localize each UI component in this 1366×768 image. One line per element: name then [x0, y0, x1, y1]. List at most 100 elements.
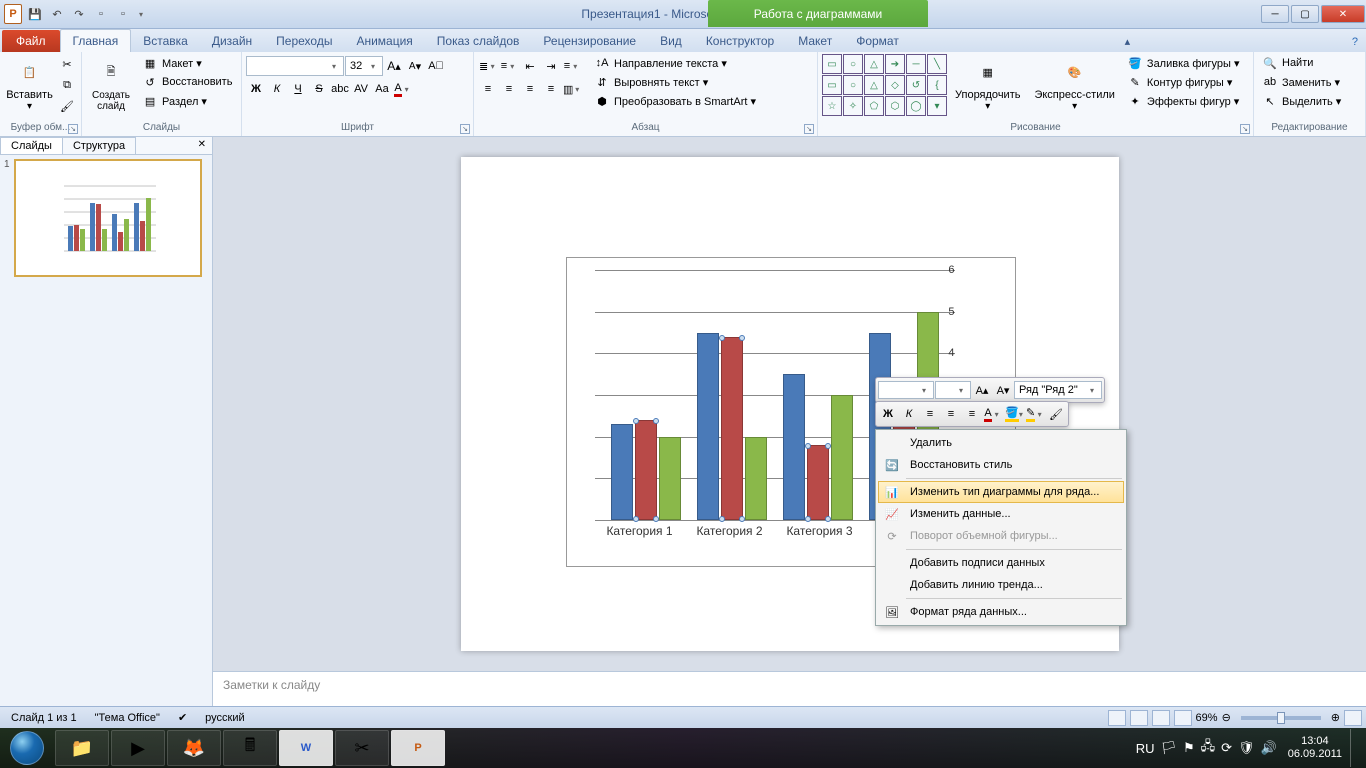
mini-size-combo[interactable]: ▾ [935, 381, 971, 399]
cm-edit-data[interactable]: 📈Изменить данные... [878, 503, 1124, 525]
tray-flag-icon[interactable]: 🏳 [1157, 740, 1180, 756]
panel-tab-slides[interactable]: Слайды [0, 137, 63, 154]
panel-tab-outline[interactable]: Структура [62, 137, 136, 154]
dialog-launcher-icon[interactable]: ↘ [804, 124, 814, 134]
theme-name[interactable]: "Тема Office" [88, 711, 167, 725]
taskbar-snip-icon[interactable]: ✂ [335, 730, 389, 766]
language-status[interactable]: русский [198, 711, 251, 725]
normal-view-icon[interactable] [1108, 710, 1126, 726]
layout-button[interactable]: ▦Макет ▾ [138, 54, 236, 72]
tab-design[interactable]: Дизайн [200, 30, 264, 52]
maximize-button[interactable]: ▢ [1291, 5, 1319, 23]
cm-delete[interactable]: Удалить [878, 432, 1124, 454]
zoom-out-icon[interactable]: ⊖ [1222, 711, 1231, 724]
numbering-icon[interactable]: ≡▾ [499, 56, 519, 76]
zoom-slider[interactable] [1241, 716, 1321, 720]
align-text-button[interactable]: ⇵Выровнять текст ▾ [590, 73, 760, 91]
qat-icon[interactable]: ▫ [92, 5, 110, 23]
find-button[interactable]: 🔍Найти [1258, 54, 1345, 72]
shape-fill-button[interactable]: 🪣Заливка фигуры ▾ [1123, 54, 1244, 72]
font-size-combo[interactable]: 32▾ [345, 56, 383, 76]
bar-series1[interactable] [697, 333, 719, 521]
app-icon[interactable]: P [4, 5, 22, 23]
notes-pane[interactable]: Заметки к слайду [213, 671, 1366, 706]
dialog-launcher-icon[interactable]: ↘ [68, 124, 78, 134]
shadow-icon[interactable]: abc [330, 79, 350, 99]
dialog-launcher-icon[interactable]: ↘ [460, 124, 470, 134]
shape-effects-button[interactable]: ✦Эффекты фигур ▾ [1123, 92, 1244, 110]
bar-series1[interactable] [611, 424, 633, 520]
font-color-icon[interactable]: A▾ [983, 404, 1003, 424]
line-spacing-icon[interactable]: ≡▾ [562, 56, 582, 76]
taskbar-calc-icon[interactable]: 🖩 [223, 730, 277, 766]
cm-add-trendline[interactable]: Добавить линию тренда... [878, 574, 1124, 596]
grow-font-icon[interactable]: A▴ [384, 56, 404, 76]
tray-update-icon[interactable]: ⟳ [1218, 740, 1235, 756]
bar-series3[interactable] [745, 437, 767, 520]
italic-icon[interactable]: К [899, 404, 919, 424]
bar-series2[interactable] [807, 445, 829, 520]
font-color-icon[interactable]: A▾ [393, 79, 413, 99]
fit-window-icon[interactable] [1344, 710, 1362, 726]
start-button[interactable] [0, 728, 54, 768]
cm-add-data-labels[interactable]: Добавить подписи данных [878, 552, 1124, 574]
align-left-icon[interactable]: ≡ [920, 404, 940, 424]
spacing-icon[interactable]: AV [351, 79, 371, 99]
tab-view[interactable]: Вид [648, 30, 694, 52]
format-painter-icon[interactable]: 🖌 [57, 96, 77, 116]
bullets-icon[interactable]: ≣▾ [478, 56, 498, 76]
taskbar-mediaplayer-icon[interactable]: ▶ [111, 730, 165, 766]
copy-icon[interactable]: ⧉ [57, 75, 77, 95]
align-right-icon[interactable]: ≡ [520, 79, 540, 99]
case-icon[interactable]: Aa [372, 79, 392, 99]
bar-series2[interactable] [635, 420, 657, 520]
shrink-font-icon[interactable]: A▾ [993, 380, 1013, 400]
strike-icon[interactable]: S [309, 79, 329, 99]
tab-layout[interactable]: Макет [786, 30, 844, 52]
save-icon[interactable]: 💾 [26, 5, 44, 23]
format-painter-icon[interactable]: 🖌 [1046, 404, 1066, 424]
taskbar-firefox-icon[interactable]: 🦊 [167, 730, 221, 766]
tab-home[interactable]: Главная [60, 29, 132, 52]
quick-styles-button[interactable]: 🎨 Экспресс-стили▾ [1028, 54, 1120, 114]
new-slide-button[interactable]: 🗎 Создать слайд [86, 54, 136, 114]
cm-change-chart-type[interactable]: 📊Изменить тип диаграммы для ряда... [878, 481, 1124, 503]
justify-icon[interactable]: ≡ [541, 79, 561, 99]
align-center-icon[interactable]: ≡ [941, 404, 961, 424]
redo-icon[interactable]: ↷ [70, 5, 88, 23]
shape-outline-button[interactable]: ✎Контур фигуры ▾ [1123, 73, 1244, 91]
convert-smartart-button[interactable]: ⬢Преобразовать в SmartArt ▾ [590, 92, 760, 110]
tray-volume-icon[interactable]: 🔊 [1258, 740, 1280, 756]
tab-review[interactable]: Рецензирование [531, 30, 648, 52]
mini-font-combo[interactable]: ▾ [878, 381, 934, 399]
taskbar-powerpoint-icon[interactable]: P [391, 730, 445, 766]
tab-transitions[interactable]: Переходы [264, 30, 344, 52]
spellcheck-icon[interactable]: ✔ [171, 710, 194, 725]
font-name-combo[interactable]: ▾ [246, 56, 344, 76]
tray-clock[interactable]: 13:0406.09.2011 [1280, 735, 1350, 761]
ribbon-minimize-icon[interactable]: ▴ [1117, 31, 1139, 52]
bar-series3[interactable] [831, 395, 853, 520]
arrange-button[interactable]: ▦ Упорядочить▾ [949, 54, 1026, 114]
tray-action-icon[interactable]: ⚑ [1180, 740, 1198, 756]
minimize-button[interactable]: ─ [1261, 5, 1289, 23]
undo-icon[interactable]: ↶ [48, 5, 66, 23]
select-button[interactable]: ↖Выделить ▾ [1258, 92, 1345, 110]
show-desktop-button[interactable] [1350, 729, 1360, 767]
tab-insert[interactable]: Вставка [131, 30, 200, 52]
bar-series1[interactable] [783, 374, 805, 520]
close-button[interactable]: ✕ [1321, 5, 1365, 23]
underline-icon[interactable]: Ч [288, 79, 308, 99]
bold-icon[interactable]: Ж [246, 79, 266, 99]
taskbar-explorer-icon[interactable]: 📁 [55, 730, 109, 766]
panel-close-icon[interactable]: ✕ [192, 137, 212, 154]
slideshow-view-icon[interactable] [1174, 710, 1192, 726]
clear-format-icon[interactable]: A⃠ [426, 56, 446, 76]
align-center-icon[interactable]: ≡ [499, 79, 519, 99]
columns-icon[interactable]: ▥▾ [562, 79, 582, 99]
series-selector-combo[interactable]: Ряд "Ряд 2"▾ [1014, 381, 1102, 399]
dialog-launcher-icon[interactable]: ↘ [1240, 124, 1250, 134]
cm-format-series[interactable]: 🖼Формат ряда данных... [878, 601, 1124, 623]
tray-network-icon[interactable]: 🖧 [1198, 737, 1219, 759]
taskbar-word-icon[interactable]: W [279, 730, 333, 766]
